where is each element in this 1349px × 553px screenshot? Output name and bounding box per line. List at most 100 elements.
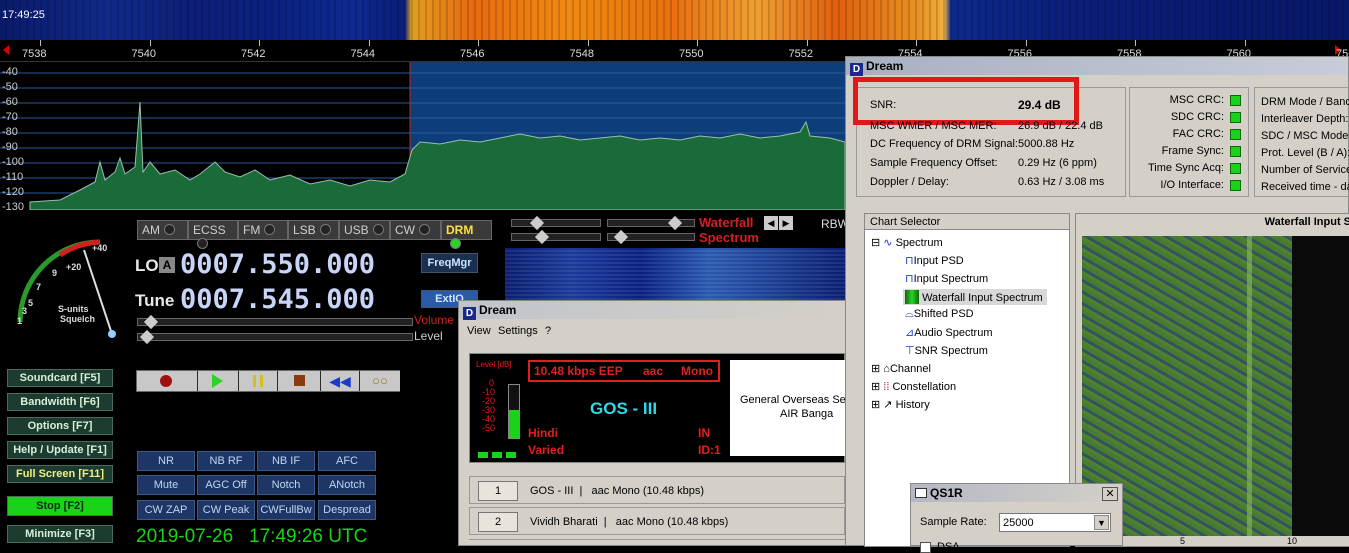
spectrum-plot [0,62,845,210]
scale-left-arrow-icon[interactable] [3,45,9,55]
minimize-button[interactable]: Minimize [F3] [7,525,113,543]
cw-peak-button[interactable]: CW Peak [197,500,255,520]
nb-rf-button[interactable]: NB RF [197,451,255,471]
volume-slider[interactable] [137,314,413,330]
lo-a-button[interactable]: A [159,257,175,273]
mode-am-button[interactable]: AM [137,220,188,240]
frequency-tick-mark [1244,40,1246,46]
waterfall-texture [0,0,1349,40]
dsa-checkbox[interactable] [920,542,931,553]
cw-fullbw-button[interactable]: CWFullBw [257,500,315,520]
level-slider-handle[interactable] [139,329,155,345]
stop-app-button[interactable]: Stop [F2] [7,496,113,516]
waterfall-time: 17:49:25 [2,9,45,21]
menu-settings[interactable]: Settings [498,325,538,337]
tree-constellation[interactable]: ⊞ ⁞⁞ Constellation [871,380,956,393]
volume-slider-handle[interactable] [143,314,159,330]
tree-channel[interactable]: ⊞ ⌂Channel [871,362,931,375]
nb-if-button[interactable]: NB IF [257,451,315,471]
mini-waterfall[interactable] [505,248,845,300]
anotch-button[interactable]: ANotch [318,475,376,495]
slider-handle[interactable] [534,229,550,245]
tree-shifted-psd[interactable]: ⌓Shifted PSD [905,308,974,321]
lo-frequency[interactable]: 0007.550.000 [180,249,375,280]
expand-icon[interactable]: ⊞ [871,381,880,393]
mode-usb-button[interactable]: USB [339,220,390,240]
expand-icon[interactable]: ⊞ [871,363,880,375]
tree-spectrum[interactable]: ⊟ ∿ Spectrum [871,236,943,249]
spectrum-display[interactable]: -40 -50 -60 -70 -80 -90 -100 -110 -120 -130 [0,62,845,213]
time-sync-led-icon [1230,163,1241,174]
cw-zap-button[interactable]: CW ZAP [137,500,195,520]
fullscreen-button[interactable]: Full Screen [F11] [7,465,113,483]
help-update-button[interactable]: Help / Update [F1] [7,441,113,459]
db-axis-label: -40 [2,66,18,78]
codec-text: aac [643,364,664,378]
service-1-button[interactable]: 1 [478,481,518,501]
mode-ecss-button[interactable]: ECSS [188,220,238,249]
dream-small-titlebar[interactable]: D Dream [459,301,845,320]
pause-icon [253,375,263,387]
pause-button[interactable] [239,371,277,391]
spectrum-label: Spectrum [699,230,759,245]
tree-audio-spectrum[interactable]: ⊿Audio Spectrum [905,326,992,339]
led-icon [319,224,331,235]
collapse-icon[interactable]: ⊟ [871,237,880,249]
sample-rate-select[interactable]: 25000 ▼ [999,513,1111,532]
waterfall-slider-2[interactable] [607,215,695,231]
options-button[interactable]: Options [F7] [7,417,113,435]
close-icon[interactable]: ✕ [1102,487,1118,501]
agc-off-button[interactable]: AGC Off [197,475,255,495]
smeter-scale-7: 7 [36,282,42,292]
loop-button[interactable]: ○○ [360,371,400,391]
slider-handle[interactable] [529,215,545,231]
menu-help[interactable]: ? [545,325,551,337]
rbw-left-arrow-icon[interactable]: ◀ [764,216,778,230]
level-slider[interactable] [137,329,413,345]
dream-main-titlebar[interactable]: D Dream [846,57,1348,76]
expand-icon[interactable]: ⊞ [871,399,880,411]
mode-drm-button[interactable]: DRM [441,220,492,249]
frame-sync-led-icon [1230,146,1241,157]
nr-button[interactable]: NR [137,451,195,471]
soundcard-button[interactable]: Soundcard [F5] [7,369,113,387]
mode-cw-button[interactable]: CW [390,220,441,240]
sfo-value: 0.29 Hz (6 ppm) [1018,157,1097,169]
tree-history[interactable]: ⊞ ↗ History [871,398,930,411]
play-button[interactable] [198,371,238,391]
tree-input-spectrum[interactable]: ⊓Input Spectrum [905,272,988,285]
notch-button[interactable]: Notch [257,475,315,495]
qs1r-titlebar[interactable]: QS1R [911,484,1122,502]
smeter-label-squelch: Squelch [60,314,96,324]
top-waterfall[interactable]: 17:49:25 [0,0,1349,40]
waterfall-slider-1[interactable] [511,215,601,231]
afc-button[interactable]: AFC [318,451,376,471]
mode-lsb-button[interactable]: LSB [288,220,339,240]
freqmgr-button[interactable]: FreqMgr [421,253,478,273]
tune-frequency[interactable]: 0007.545.000 [180,284,375,315]
services-count-label: Number of Service [1261,164,1349,176]
mute-button[interactable]: Mute [137,475,195,495]
slider-handle[interactable] [613,229,629,245]
spectrum-slider-2[interactable] [607,229,695,245]
slider-handle[interactable] [667,215,683,231]
rewind-button[interactable]: ◀◀ [321,371,359,391]
service-row-2[interactable]: 2 Vividh Bharati | aac Mono (10.48 kbps) [469,507,845,535]
spectrum-slider-1[interactable] [511,229,601,245]
menu-view[interactable]: View [467,325,491,337]
rbw-right-arrow-icon[interactable]: ▶ [779,216,793,230]
tree-input-psd[interactable]: ⊓Input PSD [905,254,964,267]
service-row-1[interactable]: 1 GOS - III | aac Mono (10.48 kbps) [469,476,845,504]
service-2-button[interactable]: 2 [478,512,518,532]
stop-button[interactable] [278,371,320,391]
tree-waterfall-input-spectrum[interactable]: Waterfall Input Spectrum [903,289,1047,305]
prot-level-label: Prot. Level (B / A): [1261,147,1349,159]
tree-snr-spectrum[interactable]: ⊤SNR Spectrum [905,344,988,357]
record-button[interactable] [137,371,197,391]
chevron-down-icon[interactable]: ▼ [1094,515,1109,530]
level-bar-fill [509,410,519,438]
despread-button[interactable]: Despread [318,500,376,520]
bandwidth-button[interactable]: Bandwidth [F6] [7,393,113,411]
fac-crc-led-icon [1230,129,1241,140]
mode-fm-button[interactable]: FM [238,220,288,240]
